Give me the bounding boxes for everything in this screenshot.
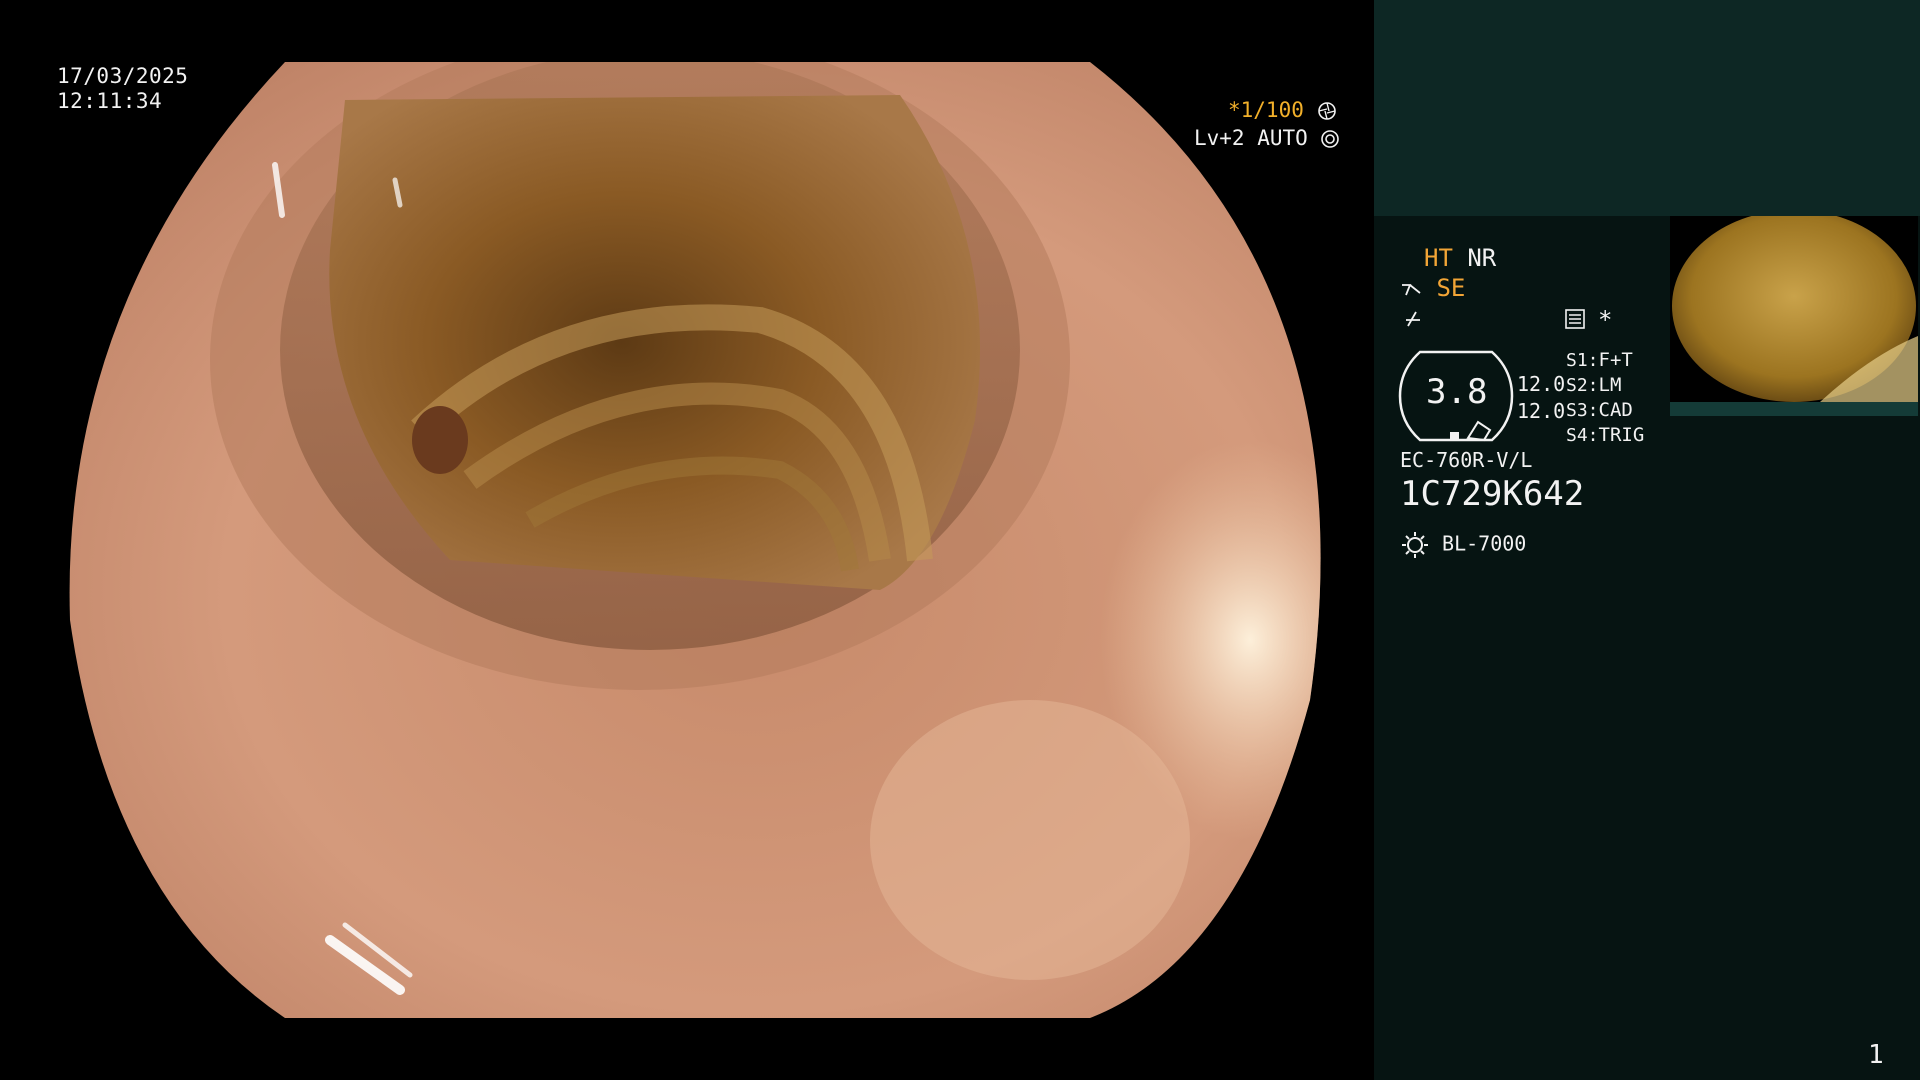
switch-item: S4:TRIG xyxy=(1566,424,1645,446)
scope-model: EC-760R-V/L xyxy=(1400,448,1533,472)
page-number: 1 xyxy=(1868,1040,1884,1070)
value-b: 12.0 xyxy=(1517,399,1566,423)
switch-list: S1:F+T S2:LM S3:CAD S4:TRIG xyxy=(1566,348,1644,448)
shutter-text: *1/100 xyxy=(1228,98,1304,122)
time-text: 12:11:34 xyxy=(57,89,163,113)
value-a: 12.0 xyxy=(1517,372,1566,396)
ht-nr-row: HT NR xyxy=(1424,244,1496,272)
freeze-icon xyxy=(1406,311,1420,327)
lamp-icon xyxy=(1402,532,1428,558)
settings-list-icon xyxy=(1565,309,1585,329)
iris-icon xyxy=(1321,130,1340,148)
zoom-value: 3.8 xyxy=(1426,372,1488,412)
date-text: 17/03/2025 xyxy=(57,64,189,88)
switch-item: S1:F+T xyxy=(1566,349,1633,371)
scope-tip-icon xyxy=(1402,284,1421,296)
level-text: Lv+2 xyxy=(1194,126,1245,150)
mode-text: AUTO xyxy=(1257,126,1308,150)
light-source-row: BL-7000 xyxy=(1400,530,1526,560)
thumbnail-caption-bar xyxy=(1670,402,1918,416)
nr-label: NR xyxy=(1467,244,1497,272)
switch-item: S2:LM xyxy=(1566,374,1622,396)
scope-serial: 1C729K642 xyxy=(1400,474,1585,514)
se-row: SE xyxy=(1400,274,1465,302)
panel-header-area xyxy=(1374,0,1920,216)
ht-label: HT xyxy=(1424,244,1453,272)
light-level-indicator: Lv+2 AUTO xyxy=(1194,126,1340,150)
se-label: SE xyxy=(1436,274,1466,302)
shutter-indicator: *1/100 xyxy=(1228,98,1337,122)
endoscopy-view xyxy=(0,0,1374,1080)
colon-lumen-image xyxy=(69,62,1321,1018)
date-time-block: 17/03/2025 12:11:34 xyxy=(57,64,188,114)
switch-item: S3:CAD xyxy=(1566,399,1633,421)
asterisk-mark: * xyxy=(1598,306,1613,334)
light-source-label: BL-7000 xyxy=(1442,531,1527,556)
thumbnail-image xyxy=(1672,216,1918,402)
thumbnail-preview[interactable] xyxy=(1670,216,1918,402)
aperture-icon xyxy=(1317,102,1336,120)
